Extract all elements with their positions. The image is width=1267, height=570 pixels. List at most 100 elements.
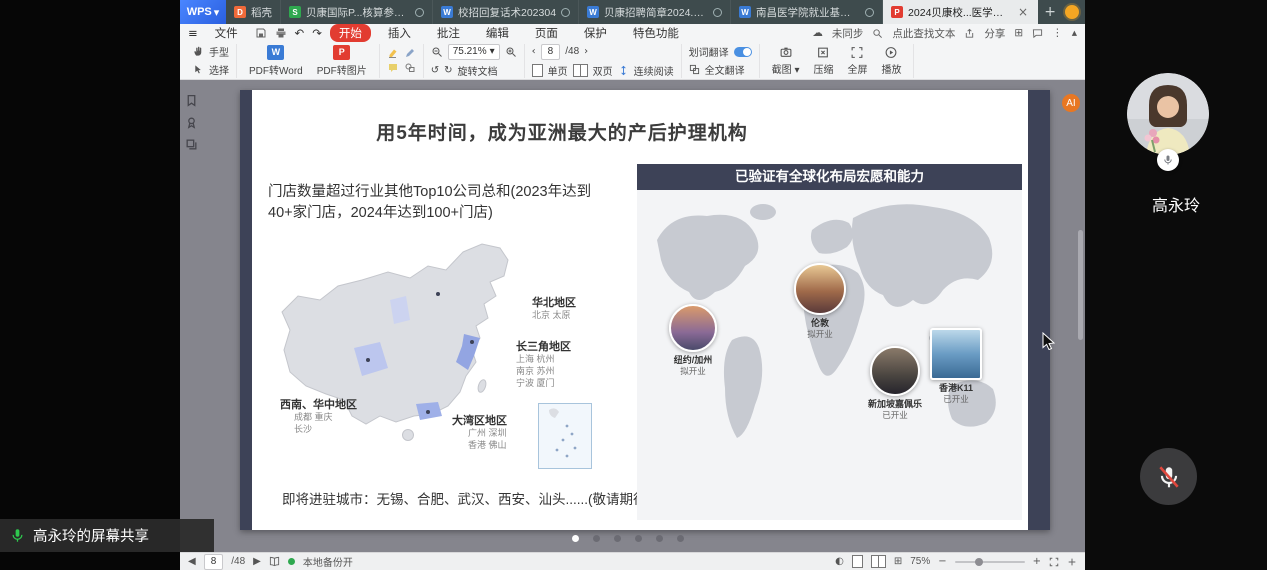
tab-sheet-doc[interactable]: S 贝康国际P...核算参照表 [281, 0, 433, 24]
hamburger-icon[interactable]: ≡ [188, 26, 198, 40]
zoom-value-dropdown[interactable]: 75.21% ▾ [448, 44, 500, 60]
zoom-plus-icon[interactable]: + [1033, 556, 1041, 567]
redo-icon[interactable]: ↷ [312, 26, 322, 40]
menu-tab-home[interactable]: 开始 [330, 24, 371, 42]
backup-status-label[interactable]: 本地备份开 [303, 554, 353, 569]
statusbar-prev-page-icon[interactable]: ◀ [188, 556, 196, 567]
tab-docer[interactable]: D 稻壳 [226, 0, 281, 24]
grid-icon[interactable]: ⊞ [1014, 27, 1023, 39]
menu-tab-edit[interactable]: 编辑 [477, 24, 518, 42]
hand-tool[interactable]: 手型 [193, 44, 229, 59]
tab-menu-icon[interactable] [865, 8, 874, 17]
prev-page-icon[interactable]: ‹ [532, 46, 536, 57]
seal-icon[interactable] [185, 116, 198, 129]
rotate-right-icon[interactable]: ↻ [444, 65, 452, 76]
rotate-doc-label[interactable]: 旋转文档 [458, 63, 498, 78]
tab-menu-icon[interactable] [713, 8, 722, 17]
rotate-left-icon[interactable]: ↺ [431, 65, 439, 76]
word-translate-toggle[interactable] [734, 47, 752, 57]
comment-icon[interactable] [1032, 28, 1043, 39]
close-icon[interactable]: × [1017, 6, 1029, 18]
zoom-slider[interactable] [955, 561, 1025, 563]
bookmark-icon[interactable] [185, 94, 198, 107]
shapes-icon[interactable] [404, 62, 416, 74]
tab-word-doc-2[interactable]: W 贝康招聘简章2024.docx [579, 0, 731, 24]
tab-menu-icon[interactable] [415, 8, 424, 17]
global-panel-title: 已验证有全球化布局宏愿和能力 [637, 164, 1022, 190]
word-translate-label[interactable]: 划词翻译 [689, 44, 729, 59]
single-page-label[interactable]: 单页 [548, 63, 568, 78]
pdf-to-image-button[interactable]: P PDF转图片 [312, 45, 372, 77]
note-icon[interactable] [387, 62, 399, 74]
vertical-scrollbar[interactable] [1078, 230, 1083, 340]
continuous-read-label[interactable]: 连续阅读 [634, 63, 674, 78]
save-icon[interactable] [255, 27, 267, 39]
next-page-icon[interactable]: › [584, 46, 588, 57]
continuous-read-icon[interactable] [618, 65, 629, 76]
fullscreen-icon [850, 46, 864, 59]
wps-logo-button[interactable]: WPS ▾ [180, 0, 226, 24]
tab-pdf-active[interactable]: P 2024贝康校...医学院.pdf × [883, 0, 1038, 24]
fullscreen-button[interactable]: 全屏 [842, 46, 872, 76]
statusbar-layout-icon[interactable]: ⊞ [894, 556, 902, 567]
statusbar-single-page-icon[interactable] [852, 555, 863, 568]
statusbar-next-page-icon[interactable]: ▶ [253, 556, 261, 567]
undo-icon[interactable]: ↶ [295, 26, 305, 40]
print-icon[interactable] [275, 27, 287, 39]
menu-tab-special[interactable]: 特色功能 [624, 24, 688, 42]
member-avatar-icon[interactable] [1065, 5, 1079, 19]
menu-tab-page[interactable]: 页面 [526, 24, 567, 42]
wps-assistant-badge[interactable]: AI [1062, 94, 1080, 112]
participant-video-tile[interactable] [1127, 73, 1209, 155]
region-north-china: 华北地区 北京 太原 [532, 296, 576, 322]
menu-file[interactable]: 文件 [206, 24, 247, 42]
zoom-slider-knob[interactable] [975, 558, 983, 566]
select-tool-label: 选择 [209, 62, 229, 77]
pdf-to-word-button[interactable]: W PDF转Word [244, 45, 308, 77]
share-label[interactable]: 分享 [984, 26, 1005, 41]
menu-tab-comment[interactable]: 批注 [428, 24, 469, 42]
tab-word-doc-1[interactable]: W 校招回复话术202304 [433, 0, 579, 24]
mute-button[interactable] [1140, 448, 1197, 505]
compress-button[interactable]: 压缩 [808, 46, 838, 76]
cloud-sync-icon[interactable]: ☁ [812, 27, 823, 39]
participant-mic-icon[interactable] [1157, 149, 1179, 171]
layers-icon[interactable] [185, 138, 198, 151]
share-icon[interactable] [964, 28, 975, 39]
double-page-icon[interactable] [573, 64, 588, 77]
statusbar-double-page-icon[interactable] [871, 555, 886, 568]
menu-tab-protect[interactable]: 保护 [575, 24, 616, 42]
zoom-out-icon[interactable] [431, 46, 443, 58]
screenshot-button[interactable]: 截图 ▾ [767, 46, 805, 76]
expand-view-icon[interactable] [1067, 557, 1077, 567]
hongkong-photo [930, 328, 982, 380]
edit-text-icon[interactable] [404, 47, 416, 59]
search-icon[interactable] [872, 28, 883, 39]
find-text-label[interactable]: 点此查找文本 [892, 26, 955, 41]
zoom-in-icon[interactable] [505, 46, 517, 58]
convert-group: W PDF转Word P PDF转图片 [237, 44, 380, 78]
read-mode-icon[interactable] [269, 556, 280, 567]
wps-menubar: ≡ 文件 ↶ ↷ 开始 插入 批注 编辑 页面 保护 特色功能 ☁ 未同步 点此… [180, 24, 1085, 42]
region-southwest-central: 西南、华中地区 成都 重庆 长沙 [280, 398, 357, 436]
full-translate-label[interactable]: 全文翻译 [705, 62, 745, 77]
play-button[interactable]: 播放 [876, 46, 906, 76]
select-tool[interactable]: 选择 [193, 62, 229, 77]
collapse-ribbon-icon[interactable]: ▴ [1072, 27, 1077, 39]
statusbar-page-input[interactable]: 8 [204, 554, 224, 570]
single-page-icon[interactable] [532, 64, 543, 77]
eye-protect-icon[interactable]: ◐ [835, 556, 844, 567]
menu-tab-insert[interactable]: 插入 [379, 24, 420, 42]
more-icon[interactable]: ⋮ [1052, 27, 1063, 39]
double-page-label[interactable]: 双页 [593, 63, 613, 78]
new-tab-button[interactable]: + [1038, 0, 1062, 24]
statusbar-zoom-value[interactable]: 75% [910, 556, 930, 567]
south-sea-inset-map [538, 403, 592, 469]
page-number-input[interactable]: 8 [541, 44, 561, 60]
tab-word-doc-3[interactable]: W 南昌医学院就业基地协议 [731, 0, 883, 24]
statusbar-fullscreen-icon[interactable] [1049, 557, 1059, 567]
tab-menu-icon[interactable] [561, 8, 570, 17]
highlighter-icon[interactable] [387, 47, 399, 59]
zoom-minus-icon[interactable]: − [938, 556, 946, 567]
zoom-rotate-group: 75.21% ▾ ↺ ↻ 旋转文档 [424, 44, 525, 78]
